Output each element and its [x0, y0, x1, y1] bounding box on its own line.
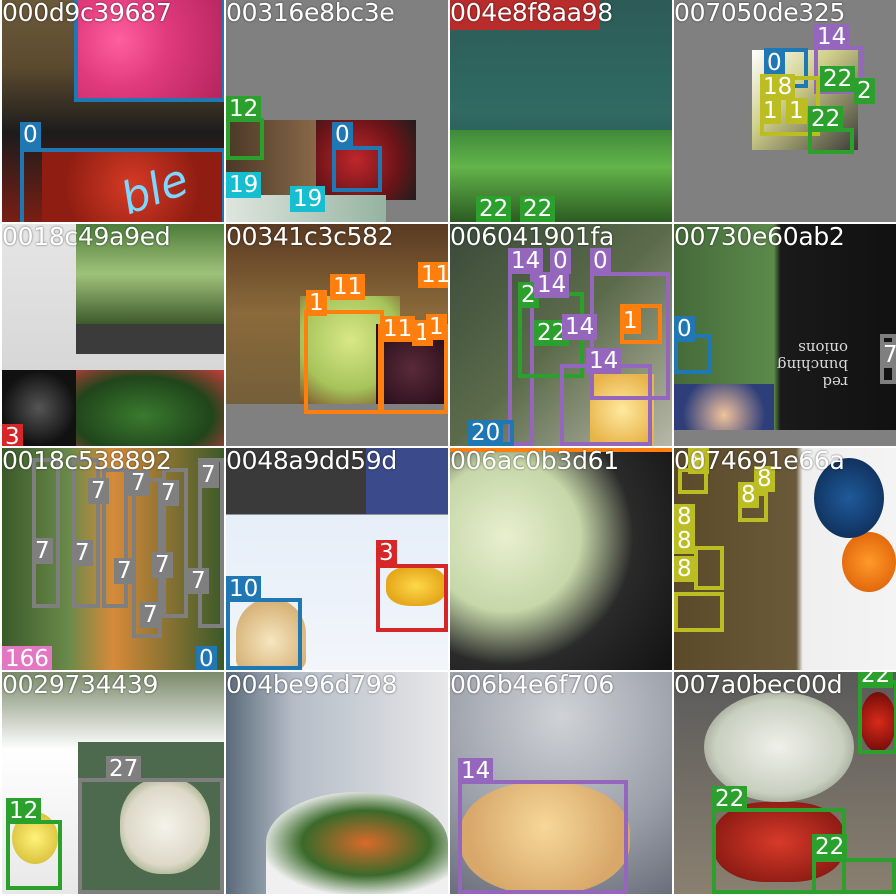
tile-filename: 006ac0b3d61 [450, 448, 619, 475]
label-22c: 22 [812, 834, 848, 860]
label-3: 3 [2, 424, 23, 446]
label-22b: 22 [808, 106, 844, 132]
tile-filename: 0018c538892 [2, 448, 172, 475]
tile-14: 004be96d798 [226, 672, 448, 894]
tile-filename: 00341c3c582 [226, 224, 394, 251]
tile-filename: 0029734439 [2, 672, 159, 699]
tile-filename: 0018c49a9ed [2, 224, 171, 251]
label-8c: 8 [674, 504, 695, 530]
bbox-8c [694, 546, 724, 590]
bbox-11 [304, 310, 384, 414]
label-1: 1 [760, 98, 781, 124]
tile-filename: 006041901fa [450, 224, 614, 251]
label-10: 10 [226, 576, 262, 602]
bbox-0b [20, 148, 224, 222]
label-8b: 8 [738, 482, 759, 508]
label-7i: 7 [188, 568, 209, 594]
label-0: 0 [764, 50, 785, 76]
label-11b: 11 [330, 274, 366, 300]
tile-3: 22 22 004e8f8aa98 [450, 0, 672, 222]
label-7e: 7 [32, 538, 53, 564]
tile-9: 7 7 7 7 7 7 7 7 7 7 166 0 0018c538892 [2, 448, 224, 670]
label-7: 7 [88, 478, 109, 504]
tile-filename: 007a0bec00d [674, 672, 843, 699]
tile-12: 8 8 8 8 8 8 0074691e66a [674, 448, 896, 670]
label-2: 2 [854, 78, 875, 104]
label-7h: 7 [152, 552, 173, 578]
bbox-22c [812, 858, 896, 894]
bbox-7 [32, 458, 60, 608]
mosaic-grid: ble 0 000d9c39687 12 0 19 19 00316e8bc3e… [0, 0, 896, 896]
label-22: 22 [476, 196, 512, 222]
label-7c: 7 [158, 480, 179, 506]
label-3: 3 [376, 540, 397, 566]
label-8d: 8 [674, 528, 695, 554]
tile-filename: 000d9c39687 [2, 0, 172, 27]
label-27: 27 [106, 756, 142, 782]
bbox-10 [226, 598, 302, 670]
bbox-22 [858, 680, 896, 754]
label-0: 0 [196, 646, 217, 670]
tile-filename: 004e8f8aa98 [450, 0, 613, 27]
label-14: 14 [458, 758, 494, 784]
label-20: 20 [468, 420, 504, 446]
label-166: 166 [2, 646, 52, 670]
label-7j: 7 [140, 602, 161, 628]
label-14c: 14 [562, 314, 598, 340]
label-22: 22 [820, 66, 856, 92]
tile-filename: 00316e8bc3e [226, 0, 395, 27]
label-19b: 19 [290, 186, 326, 212]
label-8e: 8 [674, 556, 695, 582]
label-19: 19 [226, 172, 262, 198]
tile-filename: 007050de325 [674, 0, 846, 27]
label-22b: 22 [520, 196, 556, 222]
label-1b: 1 [786, 98, 807, 124]
label-22: 22 [858, 672, 894, 688]
tile-15: 14 006b4e6f706 [450, 672, 672, 894]
tile-1: ble 0 000d9c39687 [2, 0, 224, 222]
label-11c: 11 [380, 316, 416, 342]
label-14d: 14 [586, 348, 622, 374]
tile-11: 006ac0b3d61 [450, 448, 672, 670]
label-0: 0 [674, 316, 695, 342]
label-22b: 22 [712, 786, 748, 812]
label-18: 18 [760, 74, 796, 100]
tile-filename: 00730e60ab2 [674, 224, 845, 251]
bbox-0 [332, 146, 382, 192]
label-12: 12 [226, 96, 262, 122]
sign-text: red bunching onions [776, 339, 848, 391]
bbox-3 [376, 564, 448, 632]
bbox-14d [560, 364, 652, 446]
tile-4: 14 0 18 22 2 1 1 22 007050de325 [674, 0, 896, 222]
bbox-12 [226, 118, 264, 160]
label-7f: 7 [72, 540, 93, 566]
tile-filename: 004be96d798 [226, 672, 398, 699]
label-7g: 7 [114, 558, 135, 584]
label-12: 12 [6, 798, 42, 824]
tile-5: 3 0018c49a9ed [2, 224, 224, 446]
label-7d: 7 [198, 462, 219, 488]
tile-filename: 0074691e66a [674, 448, 845, 475]
tile-13: 27 12 0029734439 [2, 672, 224, 894]
tile-16: 22 22 22 007a0bec00d [674, 672, 896, 894]
label-0: 0 [332, 122, 353, 148]
tile-filename: 0048a9dd59d [226, 448, 397, 475]
bbox-8d [674, 592, 724, 632]
tile-6: 11 11 1 11 1 1 00341c3c582 [226, 224, 448, 446]
tile-10: 3 10 0048a9dd59d [226, 448, 448, 670]
label-1c: 1 [426, 314, 447, 340]
label-11: 11 [418, 262, 448, 288]
tile-filename: 006b4e6f706 [450, 672, 614, 699]
label-14b: 14 [534, 272, 570, 298]
tile-8: red bunching onions 0 7 00730e60ab2 [674, 224, 896, 446]
label-1: 1 [620, 308, 641, 334]
bbox-14 [458, 780, 628, 894]
label-1: 1 [306, 290, 327, 316]
tile-2: 12 0 19 19 00316e8bc3e [226, 0, 448, 222]
label-0: 0 [20, 122, 41, 148]
label-7: 7 [880, 342, 896, 368]
bbox-12 [6, 820, 62, 890]
tile-7: 14 0 0 2 14 22 14 1 14 20 006041901fa [450, 224, 672, 446]
bbox-27 [78, 778, 224, 894]
